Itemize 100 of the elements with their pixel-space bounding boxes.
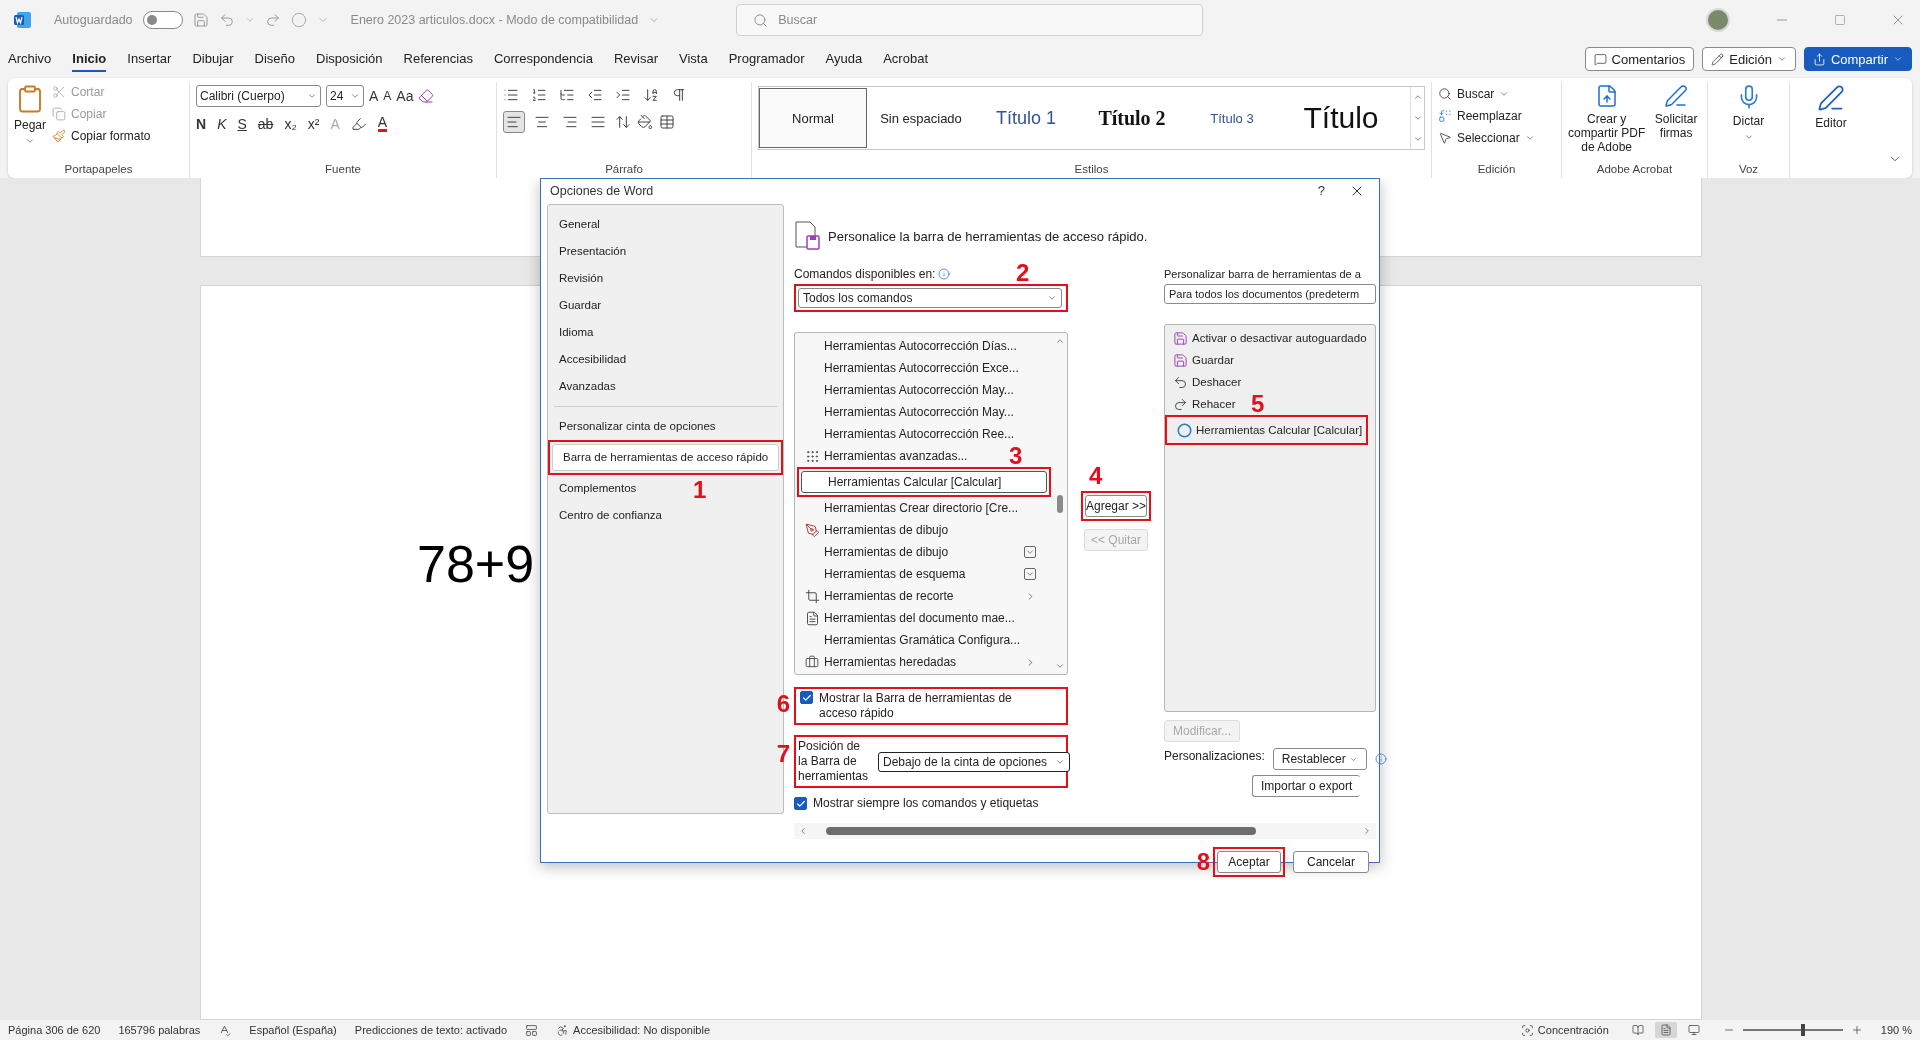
borders-icon[interactable]: [659, 114, 675, 130]
sort-icon[interactable]: [643, 87, 659, 103]
command-item[interactable]: Herramientas del documento mae...: [797, 607, 1016, 629]
horizontal-scrollbar[interactable]: [794, 823, 1376, 839]
command-item[interactable]: Herramientas heredadas: [797, 651, 1051, 673]
ribbon-tab[interactable]: Insertar: [127, 46, 172, 72]
toolbar-item[interactable]: Guardar: [1165, 349, 1236, 371]
word-count[interactable]: 165796 palabras: [118, 1024, 201, 1036]
proofing-icon[interactable]: [218, 1023, 232, 1037]
style-item[interactable]: Sin espaciado: [867, 88, 975, 148]
command-item[interactable]: Herramientas Calcular [Calcular]: [801, 471, 1047, 493]
nav-item[interactable]: Avanzadas: [548, 373, 627, 400]
replace-button[interactable]: Reemplazar: [1438, 106, 1555, 126]
commands-dropdown[interactable]: Todos los comandos: [798, 288, 1062, 308]
user-avatar[interactable]: [1706, 8, 1730, 32]
predictions-status[interactable]: Predicciones de texto: activado: [354, 1024, 508, 1036]
editing-button[interactable]: Edición: [1702, 47, 1796, 71]
style-item[interactable]: Título 3: [1187, 88, 1277, 148]
command-item[interactable]: Herramientas de dibujo: [797, 519, 950, 541]
page-count[interactable]: Página 306 de 620: [8, 1024, 101, 1036]
ribbon-tab[interactable]: Acrobat: [883, 46, 928, 72]
ribbon-tab[interactable]: Diseño: [254, 46, 296, 72]
nav-item[interactable]: Centro de confianza: [548, 502, 673, 529]
change-case-button[interactable]: Aa: [396, 88, 414, 104]
nav-item[interactable]: Accesibilidad: [548, 346, 638, 373]
nav-item[interactable]: Personalizar cinta de opciones: [548, 413, 727, 440]
command-item[interactable]: Herramientas Gramática Configura...: [797, 629, 1022, 651]
numbered-list-icon[interactable]: [531, 87, 547, 103]
request-signatures-button[interactable]: Solicitar firmas: [1651, 82, 1701, 163]
select-button[interactable]: Seleccionar: [1438, 128, 1555, 148]
dictate-button[interactable]: Dictar: [1732, 82, 1765, 163]
toolbar-item[interactable]: Rehacer: [1165, 393, 1237, 415]
font-name-field[interactable]: Calibri (Cuerpo): [196, 85, 321, 107]
ribbon-tab[interactable]: Ayuda: [825, 46, 863, 72]
italic-button[interactable]: K: [217, 115, 227, 132]
decrease-indent-icon[interactable]: [587, 87, 603, 103]
checkbox[interactable]: [794, 797, 807, 810]
reset-button[interactable]: Restablecer: [1272, 748, 1367, 770]
command-item[interactable]: Herramientas avanzadas...: [797, 445, 969, 467]
command-item[interactable]: Herramientas Autocorrección May...: [797, 401, 1015, 423]
command-item[interactable]: Herramientas de esquema: [797, 563, 1051, 585]
command-item[interactable]: Herramientas Autocorrección Días...: [797, 335, 1018, 357]
macro-icon[interactable]: [525, 1023, 539, 1037]
cancel-button[interactable]: Cancelar: [1293, 851, 1369, 873]
command-item[interactable]: Herramientas Autocorrección Ree...: [797, 423, 1016, 445]
clear-format-icon[interactable]: [418, 88, 435, 104]
scroll-thumb[interactable]: [1057, 494, 1063, 513]
ribbon-tab[interactable]: Referencias: [403, 46, 473, 72]
scope-dropdown[interactable]: Para todos los documentos (predeterm: [1164, 284, 1376, 304]
multilevel-list-icon[interactable]: [559, 87, 575, 103]
ribbon-tab[interactable]: Archivo: [8, 46, 52, 72]
ribbon-tab[interactable]: Disposición: [316, 46, 383, 72]
position-dropdown[interactable]: Debajo de la cinta de opciones: [878, 751, 1070, 772]
grow-font-button[interactable]: A: [369, 88, 379, 104]
style-item[interactable]: Título 1: [975, 88, 1077, 148]
help-button[interactable]: ?: [1307, 179, 1335, 202]
subscript-button[interactable]: x₂: [284, 115, 297, 132]
editor-button[interactable]: Editor: [1815, 82, 1847, 178]
style-item[interactable]: Título 2: [1077, 88, 1187, 148]
shrink-font-button[interactable]: A: [383, 89, 392, 103]
style-item[interactable]: Título: [1277, 88, 1405, 148]
ribbon-tab[interactable]: Correspondencia: [493, 46, 593, 72]
ok-button[interactable]: Aceptar: [1217, 851, 1281, 873]
bold-button[interactable]: N: [196, 115, 207, 132]
superscript-button[interactable]: x²: [307, 115, 320, 132]
strikethrough-button[interactable]: ab: [257, 115, 274, 132]
paste-button[interactable]: Pegar: [14, 82, 47, 163]
increase-indent-icon[interactable]: [615, 87, 631, 103]
ribbon-tab[interactable]: Inicio: [72, 46, 107, 72]
underline-button[interactable]: S: [237, 115, 247, 132]
nav-item[interactable]: Barra de herramientas de acceso rápido: [552, 444, 779, 471]
style-item[interactable]: Normal: [759, 88, 867, 148]
command-item[interactable]: Herramientas Autocorrección Exce...: [797, 357, 1020, 379]
command-item[interactable]: Herramientas de recorte: [797, 585, 1051, 607]
share-button[interactable]: Compartir: [1803, 47, 1912, 71]
nav-item[interactable]: Idioma: [548, 319, 605, 346]
pilcrow-icon[interactable]: [671, 87, 687, 103]
bullet-list-icon[interactable]: [503, 87, 519, 103]
command-item[interactable]: Herramientas Autocorrección May...: [797, 379, 1015, 401]
alignment-button[interactable]: [503, 111, 525, 133]
nav-item[interactable]: Complementos: [548, 475, 648, 502]
ribbon-tab[interactable]: Revisar: [613, 46, 658, 72]
scroll-thumb[interactable]: [826, 827, 1256, 835]
font-color-button[interactable]: A: [377, 115, 388, 132]
toolbar-item[interactable]: Herramientas Calcular [Calcular]: [1169, 419, 1364, 441]
language-status[interactable]: Español (España): [249, 1024, 337, 1036]
toolbar-item[interactable]: Deshacer: [1165, 371, 1243, 393]
ribbon-tab[interactable]: Vista: [679, 46, 708, 72]
zoom-level[interactable]: 190 %: [1880, 1024, 1912, 1036]
format-painter-button[interactable]: Copiar formato: [52, 126, 151, 146]
find-button[interactable]: Buscar: [1438, 84, 1555, 104]
nav-item[interactable]: Guardar: [548, 292, 613, 319]
ribbon-tab[interactable]: Dibujar: [192, 46, 234, 72]
view-button[interactable]: [1654, 1022, 1677, 1038]
highlighter-icon[interactable]: [350, 115, 367, 132]
nav-item[interactable]: Revisión: [548, 265, 615, 292]
paint-bucket-icon[interactable]: [637, 114, 653, 130]
zoom-thumb[interactable]: [1800, 1024, 1805, 1036]
checkbox[interactable]: [800, 691, 813, 704]
toolbar-item[interactable]: Activar o desactivar autoguardado: [1165, 327, 1368, 349]
